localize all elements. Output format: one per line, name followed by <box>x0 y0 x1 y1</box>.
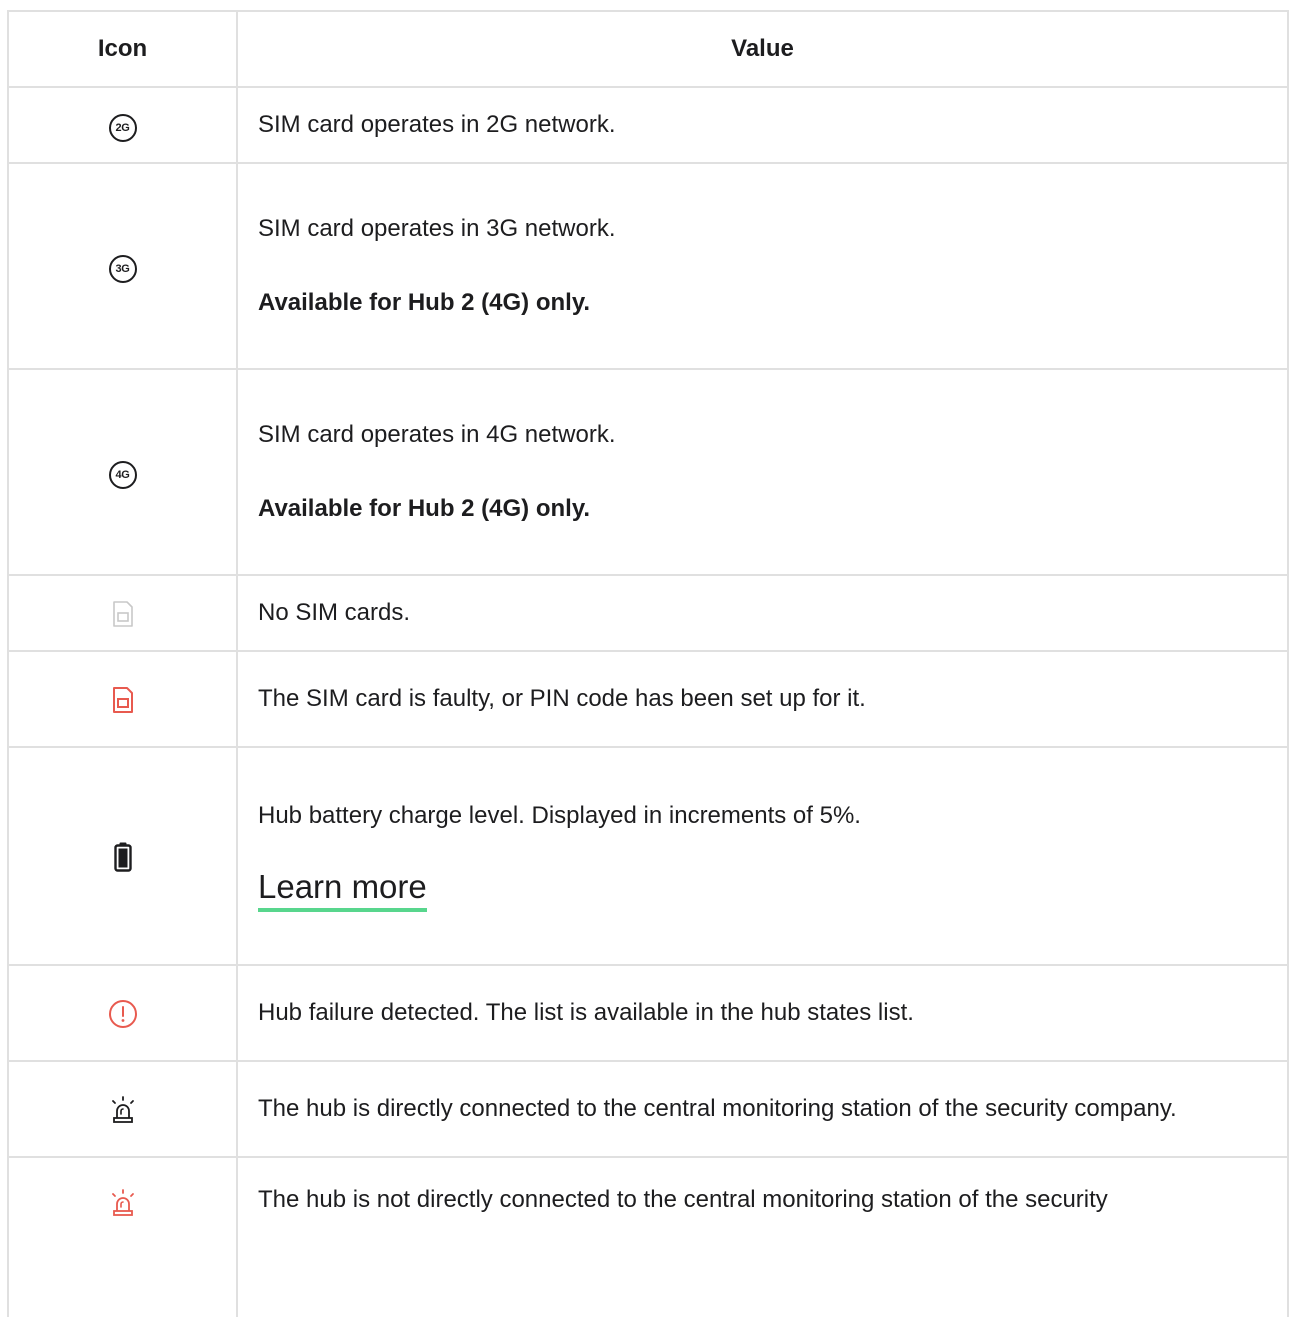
row-text: The hub is directly connected to the cen… <box>258 1095 1177 1122</box>
sim-card-faulty-icon <box>112 686 133 713</box>
table-row: The hub is directly connected to the cen… <box>8 1061 1288 1158</box>
table-header-row: Icon Value <box>8 10 1288 88</box>
column-header-icon: Icon <box>8 10 238 88</box>
row-text: SIM card operates in 3G network. <box>258 215 616 242</box>
table-row: 2G SIM card operates in 2G network. <box>8 87 1288 164</box>
status-icons-table: Icon Value 2G SIM card operates in 2G ne… <box>7 10 1289 1317</box>
sim-card-empty-icon <box>112 600 133 627</box>
icon-value-table: Icon Value 2G SIM card operates in 2G ne… <box>7 10 1289 1317</box>
network-3g-icon: 3G <box>108 255 137 283</box>
row-text: Hub failure detected. The list is availa… <box>258 999 914 1026</box>
row-text: The hub is not directly connected to the… <box>258 1186 1108 1213</box>
battery-icon <box>113 842 132 872</box>
row-text: The SIM card is faulty, or PIN code has … <box>258 685 866 712</box>
alert-circle-icon <box>108 999 137 1028</box>
learn-more-link[interactable]: Learn more <box>258 868 427 912</box>
row-text: SIM card operates in 4G network. <box>258 421 616 448</box>
siren-connected-icon <box>111 1095 134 1123</box>
network-2g-icon: 2G <box>108 114 137 142</box>
table-row: The hub is not directly connected to the… <box>8 1157 1288 1317</box>
table-row: Hub failure detected. The list is availa… <box>8 965 1288 1062</box>
table-row: 3G SIM card operates in 3G network. Avai… <box>8 163 1288 370</box>
table-row: Hub battery charge level. Displayed in i… <box>8 747 1288 966</box>
row-text: No SIM cards. <box>258 599 411 626</box>
row-note: Available for Hub 2 (4G) only. <box>258 289 591 316</box>
row-note: Available for Hub 2 (4G) only. <box>258 495 591 522</box>
table-row: The SIM card is faulty, or PIN code has … <box>8 651 1288 748</box>
siren-disconnected-icon <box>111 1188 134 1216</box>
table-row: No SIM cards. <box>8 575 1288 652</box>
row-text: SIM card operates in 2G network. <box>258 111 616 138</box>
row-text: Hub battery charge level. Displayed in i… <box>258 802 861 829</box>
table-row: 4G SIM card operates in 4G network. Avai… <box>8 369 1288 576</box>
column-header-value: Value <box>237 10 1288 88</box>
network-4g-icon: 4G <box>108 461 137 489</box>
